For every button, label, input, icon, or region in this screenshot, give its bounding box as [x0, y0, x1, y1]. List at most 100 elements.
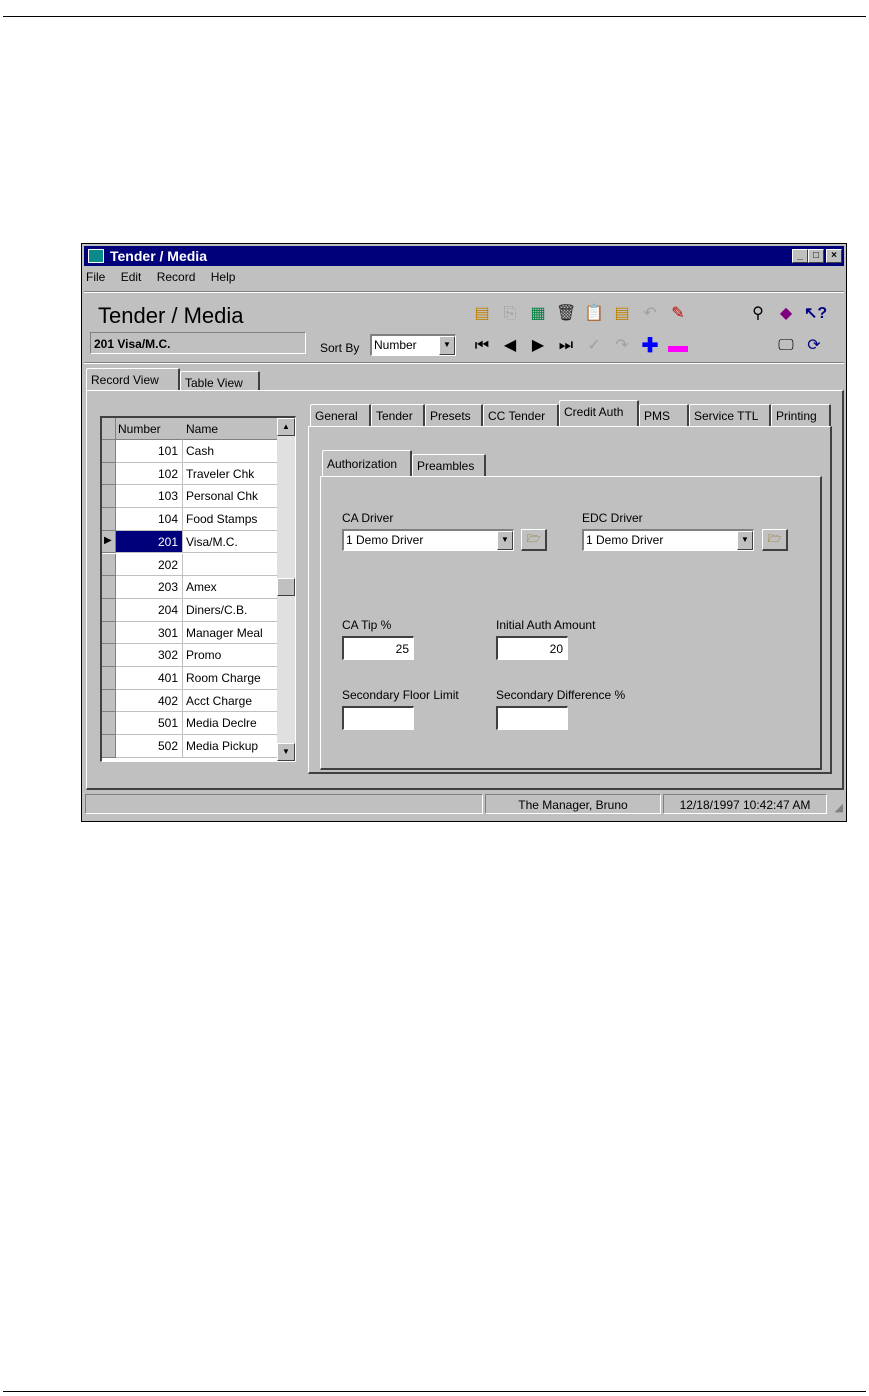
delete-icon[interactable]: 🗑 [556, 304, 576, 324]
tab-tender[interactable]: Tender [371, 404, 425, 426]
find-icon[interactable]: ⚲ [748, 304, 768, 324]
redo-icon[interactable]: ↷ [612, 336, 632, 356]
resize-grip-icon[interactable]: ◢ [829, 801, 843, 815]
row-selector[interactable] [102, 644, 116, 667]
last-record-icon[interactable]: ⏭ [556, 336, 576, 356]
clipboard-icon[interactable]: 📋 [584, 304, 604, 324]
tab-authorization[interactable]: Authorization [322, 450, 412, 476]
cell-name[interactable]: Food Stamps [183, 508, 278, 531]
tab-cc-tender[interactable]: CC Tender [483, 404, 559, 426]
table-row[interactable]: 301 Manager Meal [102, 621, 278, 645]
cell-number[interactable]: 102 [116, 462, 183, 486]
tab-general[interactable]: General [310, 404, 371, 426]
help-icon[interactable]: ↖? [804, 304, 827, 324]
row-selector[interactable] [102, 462, 116, 486]
sort-by-select[interactable]: Number ▼ [370, 334, 456, 356]
maximize-button[interactable]: □ [808, 249, 824, 263]
row-selector[interactable] [102, 735, 116, 758]
cell-name[interactable]: Visa/M.C. [183, 530, 278, 554]
chevron-down-icon[interactable]: ▼ [497, 531, 513, 550]
table-row[interactable]: 104 Food Stamps [102, 508, 278, 531]
scroll-up-icon[interactable]: ▲ [277, 418, 295, 436]
undo-icon[interactable]: ↶ [640, 304, 660, 324]
cell-number[interactable]: 501 [116, 712, 183, 736]
scroll-thumb[interactable] [277, 578, 295, 596]
cell-name[interactable]: Traveler Chk [183, 462, 278, 486]
cell-name[interactable]: Manager Meal [183, 621, 278, 645]
row-selector[interactable] [102, 576, 116, 599]
cell-number[interactable]: 302 [116, 644, 183, 667]
table-row[interactable]: 502 Media Pickup [102, 735, 278, 758]
table-row[interactable]: 402 Acct Charge [102, 689, 278, 713]
table-row[interactable]: 101 Cash [102, 440, 278, 463]
close-button[interactable]: × [826, 249, 842, 263]
row-pointer-icon[interactable]: ▶ [102, 530, 116, 554]
paste-icon[interactable]: ▤ [612, 304, 632, 324]
cell-name[interactable]: Room Charge [183, 667, 278, 690]
cell-number[interactable]: 402 [116, 689, 183, 713]
cell-name[interactable]: Diners/C.B. [183, 598, 278, 622]
refresh-icon[interactable]: ⟳ [804, 336, 824, 356]
chevron-down-icon[interactable]: ▼ [439, 336, 455, 355]
tab-service-ttl[interactable]: Service TTL [689, 404, 771, 426]
cell-name[interactable]: Personal Chk [183, 485, 278, 509]
cell-number[interactable]: 202 [116, 553, 183, 577]
prev-record-icon[interactable]: ◀ [500, 336, 520, 356]
new-record-icon[interactable]: ▤ [472, 304, 492, 324]
menu-edit[interactable]: Edit [121, 270, 142, 284]
table-row[interactable]: 501 Media Declre [102, 712, 278, 736]
table-row[interactable]: 202 [102, 553, 278, 577]
ca-tip-input[interactable]: 25 [342, 636, 414, 660]
scroll-down-icon[interactable]: ▼ [277, 743, 295, 761]
menu-record[interactable]: Record [157, 270, 196, 284]
cell-name[interactable]: Cash [183, 440, 278, 463]
duplicate-icon[interactable]: ▦ [528, 304, 548, 324]
tab-presets[interactable]: Presets [425, 404, 483, 426]
cell-number[interactable]: 201 [116, 530, 183, 554]
tab-credit-auth[interactable]: Credit Auth [559, 400, 639, 426]
first-record-icon[interactable]: ⏮ [472, 336, 492, 356]
tab-record-view[interactable]: Record View [86, 368, 180, 390]
menu-file[interactable]: File [86, 270, 105, 284]
cell-number[interactable]: 204 [116, 598, 183, 622]
row-selector[interactable] [102, 598, 116, 622]
menu-help[interactable]: Help [211, 270, 236, 284]
initial-auth-input[interactable]: 20 [496, 636, 568, 660]
cell-number[interactable]: 203 [116, 576, 183, 599]
cell-name[interactable]: Amex [183, 576, 278, 599]
edc-driver-folder-button[interactable]: 🗁 [762, 529, 788, 551]
ca-driver-folder-button[interactable]: 🗁 [521, 529, 547, 551]
tab-pms[interactable]: PMS [639, 404, 689, 426]
cell-number[interactable]: 301 [116, 621, 183, 645]
confirm-icon[interactable]: ✓ [584, 336, 604, 356]
grid-vertical-scrollbar[interactable]: ▲ ▼ [277, 418, 295, 761]
table-row[interactable]: 203 Amex [102, 576, 278, 599]
copy-icon[interactable]: ⎘ [500, 304, 520, 324]
row-selector[interactable] [102, 621, 116, 645]
column-header-number[interactable]: Number [116, 418, 183, 440]
table-row[interactable]: 103 Personal Chk [102, 485, 278, 509]
cell-name[interactable]: Media Pickup [183, 735, 278, 758]
table-row[interactable]: 102 Traveler Chk [102, 462, 278, 486]
title-bar[interactable]: Tender / Media _ □ × [84, 246, 844, 266]
table-row[interactable]: ▶ 201 Visa/M.C. [102, 530, 278, 554]
ca-driver-select[interactable]: 1 Demo Driver ▼ [342, 529, 514, 551]
row-selector[interactable] [102, 667, 116, 690]
secondary-floor-input[interactable] [342, 706, 414, 730]
table-row[interactable]: 302 Promo [102, 644, 278, 667]
cell-number[interactable]: 502 [116, 735, 183, 758]
add-icon[interactable]: ✚ [640, 336, 660, 356]
cell-name[interactable] [183, 553, 278, 577]
edit-icon[interactable]: ✎ [668, 304, 688, 324]
monitor-icon[interactable]: 🖵 [776, 336, 796, 356]
cell-name[interactable]: Promo [183, 644, 278, 667]
tender-grid[interactable]: Number Name 101 Cash 102 Traveler Chk 103 Per… [100, 416, 296, 762]
chevron-down-icon[interactable]: ▼ [737, 531, 753, 550]
row-selector[interactable] [102, 553, 116, 577]
tab-table-view[interactable]: Table View [180, 371, 260, 390]
cell-number[interactable]: 101 [116, 440, 183, 463]
table-row[interactable]: 204 Diners/C.B. [102, 598, 278, 622]
row-selector[interactable] [102, 712, 116, 736]
cell-number[interactable]: 104 [116, 508, 183, 531]
next-record-icon[interactable]: ▶ [528, 336, 548, 356]
